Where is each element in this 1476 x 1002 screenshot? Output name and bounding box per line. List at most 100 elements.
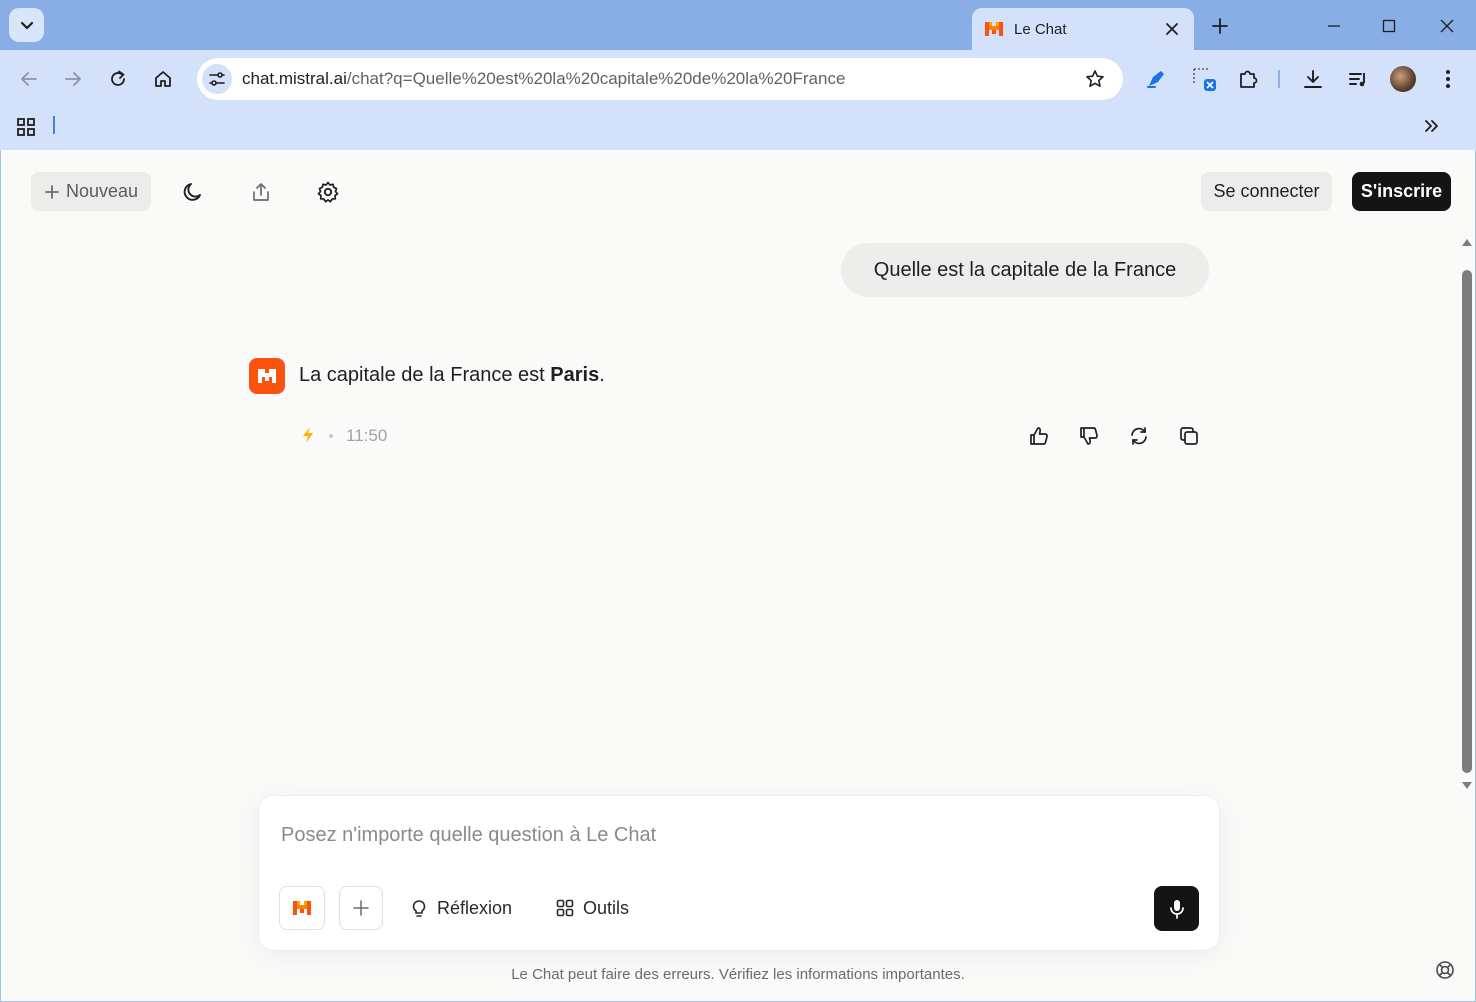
help-lifebuoy-icon: [1436, 961, 1454, 979]
tab-close-button[interactable]: [1162, 19, 1182, 39]
pen-extension-icon: [1147, 71, 1164, 88]
bolt-icon: [303, 427, 313, 443]
url-text[interactable]: chat.mistral.ai/chat?q=Quelle%20est%20la…: [242, 69, 1081, 89]
scroll-down-arrow[interactable]: [1460, 780, 1474, 792]
copy-icon: [1180, 427, 1198, 445]
profile-avatar[interactable]: [1390, 66, 1416, 92]
close-icon: [1166, 23, 1178, 35]
help-button[interactable]: [1433, 958, 1457, 982]
apps-grid-icon: [17, 118, 35, 136]
bookmark-star-button[interactable]: [1081, 65, 1109, 93]
regenerate-button[interactable]: [1126, 423, 1152, 449]
browser-menu-button[interactable]: [1434, 65, 1462, 93]
pen-extension-button[interactable]: [1142, 65, 1170, 93]
tools-button[interactable]: Outils: [555, 894, 629, 922]
disclaimer-text: Le Chat peut faire des erreurs. Vérifiez…: [511, 966, 965, 983]
copy-button[interactable]: [1176, 423, 1202, 449]
reflexion-label: Réflexion: [437, 897, 513, 918]
reload-button[interactable]: [104, 65, 132, 93]
assistant-message-end: .: [599, 364, 605, 386]
gear-icon: [317, 181, 339, 203]
signup-button[interactable]: S'inscrire: [1352, 172, 1451, 211]
page-content: Nouveau Se connecter S'inscrire Quelle e…: [1, 150, 1475, 1001]
theme-toggle-button[interactable]: [177, 176, 209, 208]
browser-toolbar: chat.mistral.ai/chat?q=Quelle%20est%20la…: [0, 50, 1476, 108]
assistant-message: La capitale de la France est Paris.: [299, 364, 605, 387]
assistant-message-answer: Paris: [550, 364, 600, 386]
chevron-double-right-icon: [1425, 120, 1438, 132]
agent-selector-button[interactable]: [279, 886, 325, 930]
extensions-button[interactable]: [1234, 65, 1262, 93]
star-icon: [1086, 70, 1104, 87]
new-tab-button[interactable]: [1208, 14, 1232, 38]
bookmarks-separator: [53, 116, 55, 134]
new-chat-button[interactable]: Nouveau: [31, 172, 151, 211]
tools-label: Outils: [583, 897, 630, 918]
thumbs-down-icon: [1080, 427, 1098, 445]
thumbs-up-icon: [1030, 427, 1048, 445]
window-close-button[interactable]: [1435, 14, 1459, 38]
browser-titlebar: Le Chat: [0, 0, 1476, 50]
download-icon: [1304, 70, 1322, 88]
meta-separator-dot: [329, 434, 333, 438]
close-icon: [1440, 19, 1454, 33]
more-vert-icon: [1446, 70, 1450, 88]
triangle-down-icon: [1462, 782, 1472, 789]
tools-grid-icon: [556, 899, 574, 917]
attach-button[interactable]: [339, 886, 383, 930]
translate-extension-button[interactable]: [1190, 65, 1218, 93]
tab-search-icon: [20, 21, 33, 30]
media-control-icon: [1349, 73, 1365, 87]
mic-icon: [1169, 899, 1184, 919]
mistral-logo-icon: [258, 369, 276, 383]
chat-input[interactable]: Posez n'importe quelle question à Le Cha…: [281, 824, 656, 847]
tab-title: Le Chat: [1014, 20, 1067, 38]
message-timestamp: 11:50: [346, 426, 388, 445]
back-button[interactable]: [15, 65, 43, 93]
triangle-up-icon: [1462, 239, 1472, 246]
minimize-icon: [1328, 25, 1340, 27]
assistant-avatar: [249, 358, 285, 394]
site-settings-button[interactable]: [202, 64, 232, 94]
maximize-icon: [1382, 19, 1396, 33]
user-message-bubble: Quelle est la capitale de la France: [841, 243, 1209, 297]
mistral-logo-icon: [293, 901, 311, 915]
dislike-button[interactable]: [1076, 423, 1102, 449]
maximize-button[interactable]: [1377, 14, 1401, 38]
moon-icon: [183, 183, 201, 201]
reload-icon: [111, 70, 125, 86]
share-button[interactable]: [245, 176, 277, 208]
translate-extension-icon: [1193, 68, 1216, 91]
media-control-button[interactable]: [1344, 65, 1372, 93]
browser-tab-active[interactable]: Le Chat: [972, 8, 1194, 50]
address-bar[interactable]: chat.mistral.ai/chat?q=Quelle%20est%20la…: [197, 58, 1123, 100]
home-icon: [155, 71, 171, 87]
minimize-button[interactable]: [1322, 14, 1346, 38]
downloads-button[interactable]: [1299, 65, 1327, 93]
url-path: /chat?q=Quelle%20est%20la%20capitale%20d…: [346, 69, 846, 88]
refresh-icon: [1131, 427, 1147, 445]
back-arrow-icon: [21, 72, 37, 86]
assistant-message-text: La capitale de la France est: [299, 364, 551, 386]
reflexion-toggle[interactable]: Réflexion: [409, 894, 512, 922]
home-button[interactable]: [149, 65, 177, 93]
chat-composer: Posez n'importe quelle question à Le Cha…: [259, 796, 1219, 950]
apps-button[interactable]: [14, 115, 38, 139]
settings-button[interactable]: [312, 176, 344, 208]
login-button[interactable]: Se connecter: [1201, 172, 1332, 211]
scrollbar-thumb[interactable]: [1462, 270, 1472, 773]
share-icon: [253, 183, 269, 201]
forward-button[interactable]: [59, 65, 87, 93]
scroll-up-arrow[interactable]: [1460, 236, 1474, 248]
toolbar-separator: [1278, 70, 1280, 88]
forward-arrow-icon: [65, 72, 81, 86]
site-settings-icon: [209, 72, 225, 86]
flash-answer-indicator: [299, 425, 317, 445]
bookmarks-overflow-button[interactable]: [1419, 114, 1443, 138]
lightbulb-icon: [412, 900, 426, 917]
like-button[interactable]: [1026, 423, 1052, 449]
voice-input-button[interactable]: [1154, 886, 1199, 931]
new-chat-label: Nouveau: [65, 181, 139, 201]
puzzle-extension-icon: [1240, 70, 1258, 88]
tab-search-button[interactable]: [9, 8, 44, 42]
